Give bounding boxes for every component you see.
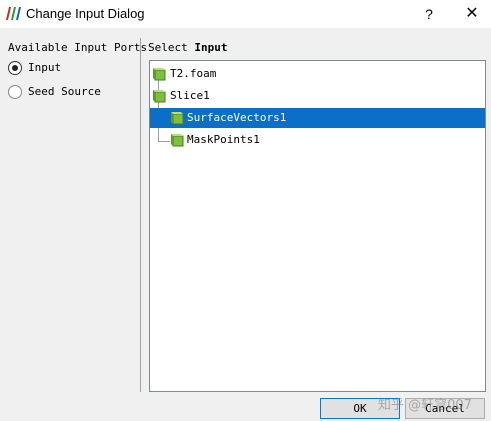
tree-item-slice1[interactable]: Slice1 (150, 86, 485, 106)
help-button[interactable]: ? (416, 3, 442, 25)
tree-item-label: T2.foam (170, 67, 217, 80)
tree-item-maskpoints1[interactable]: MaskPoints1 (150, 130, 485, 150)
tree-item-t2-foam[interactable]: T2.foam (150, 64, 485, 84)
tree-item-surfacevectors1[interactable]: SurfaceVectors1 (150, 108, 485, 128)
filter-cube-icon (171, 134, 184, 147)
source-cube-icon (153, 68, 166, 81)
select-input-label: Select Input (148, 41, 228, 54)
input-port-label: Input (28, 61, 62, 74)
window-title: Change Input Dialog (26, 6, 145, 21)
watermark: 知乎 @轩穹007 (378, 398, 472, 413)
tree-item-label: SurfaceVectors1 (187, 111, 287, 124)
tree-item-label: Slice1 (170, 89, 210, 102)
paraview-logo-icon (6, 7, 21, 20)
input-port-radio[interactable]: Input (8, 61, 128, 77)
title-bar: Change Input Dialog ? ✕ (0, 0, 491, 28)
panel-splitter[interactable] (140, 38, 141, 392)
close-button[interactable]: ✕ (458, 3, 486, 25)
seed-source-port-radio[interactable]: Seed Source (8, 85, 128, 101)
pipeline-tree[interactable]: T2.foam Slice1 SurfaceVectors1 MaskPoint… (149, 60, 486, 392)
filter-cube-icon (153, 90, 166, 103)
seed-source-port-label: Seed Source (28, 85, 101, 98)
filter-cube-icon (171, 112, 184, 125)
radio-unchecked-icon (8, 85, 22, 99)
radio-checked-icon (8, 61, 22, 75)
tree-item-label: MaskPoints1 (187, 133, 260, 146)
available-input-ports-label: Available Input Ports (8, 41, 148, 54)
